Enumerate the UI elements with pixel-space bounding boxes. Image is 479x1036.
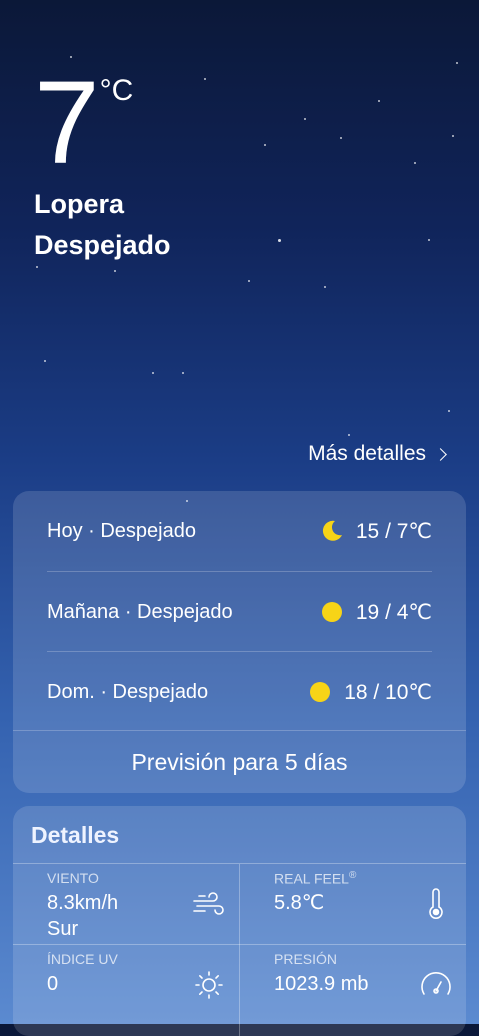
forecast-row-today[interactable]: Hoy · Despejado 15 / 7℃	[47, 491, 432, 571]
current-condition: Despejado	[34, 230, 171, 260]
forecast-hilo: 19 / 4℃	[355, 600, 432, 624]
uv-value: 0	[47, 973, 59, 995]
thermometer-icon	[429, 888, 443, 919]
pressure-label: PRESIÓN	[274, 951, 338, 967]
real-feel-label: REAL FEEL	[274, 870, 349, 887]
real-feel-value: 5.8℃	[274, 892, 325, 914]
uv-index-cell: ÍNDICE UV 0	[13, 945, 239, 1025]
pressure-value: 1023.9 mb	[274, 973, 369, 995]
wind-direction: Sur	[47, 918, 79, 940]
forecast-row-sunday[interactable]: Dom. · Despejado 18 / 10℃	[47, 651, 432, 732]
pressure-cell: PRESIÓN 1023.9 mb	[240, 945, 466, 1025]
wind-speed: 8.3km/h	[47, 892, 119, 914]
forecast-day-label: Dom. · Despejado	[47, 680, 209, 703]
sun-icon	[321, 602, 342, 622]
details-grid: VIENTO 8.3km/h Sur REAL FEEL® 5.8℃ ÍNDIC…	[13, 863, 466, 1036]
registered-mark: ®	[348, 870, 357, 881]
temperature-unit: °C	[99, 74, 134, 107]
details-title: Detalles	[31, 822, 120, 848]
chevron-right-icon	[434, 447, 447, 461]
city-name: Lopera	[34, 189, 125, 219]
forecast-hilo: 18 / 10℃	[344, 680, 432, 704]
uv-label: ÍNDICE UV	[47, 951, 118, 967]
real-feel-cell: REAL FEEL® 5.8℃	[240, 864, 466, 944]
forecast-row-tomorrow[interactable]: Mañana · Despejado 19 / 4℃	[47, 571, 432, 652]
sun-icon	[310, 682, 331, 702]
more-details-label: Más detalles	[308, 442, 426, 465]
wind-cell: VIENTO 8.3km/h Sur	[13, 864, 239, 944]
forecast-day-label: Mañana · Despejado	[47, 600, 233, 623]
five-day-forecast-button[interactable]: Previsión para 5 días	[13, 730, 466, 793]
wind-icon	[193, 892, 224, 915]
temperature-value: 7	[34, 57, 100, 189]
wind-label: VIENTO	[47, 870, 99, 886]
gauge-icon	[421, 972, 451, 995]
forecast-day-label: Hoy · Despejado	[47, 519, 196, 542]
moon-icon	[322, 520, 342, 541]
current-temperature: 7 °C	[34, 64, 133, 182]
more-details-link[interactable]: Más detalles	[308, 442, 447, 466]
sun-outline-icon	[195, 971, 223, 999]
forecast-card: Hoy · Despejado 15 / 7℃ Mañana · Despeja…	[13, 491, 466, 793]
forecast-hilo: 15 / 7℃	[355, 519, 432, 543]
details-card: Detalles VIENTO 8.3km/h Sur REAL FEEL® 5…	[13, 806, 466, 1036]
